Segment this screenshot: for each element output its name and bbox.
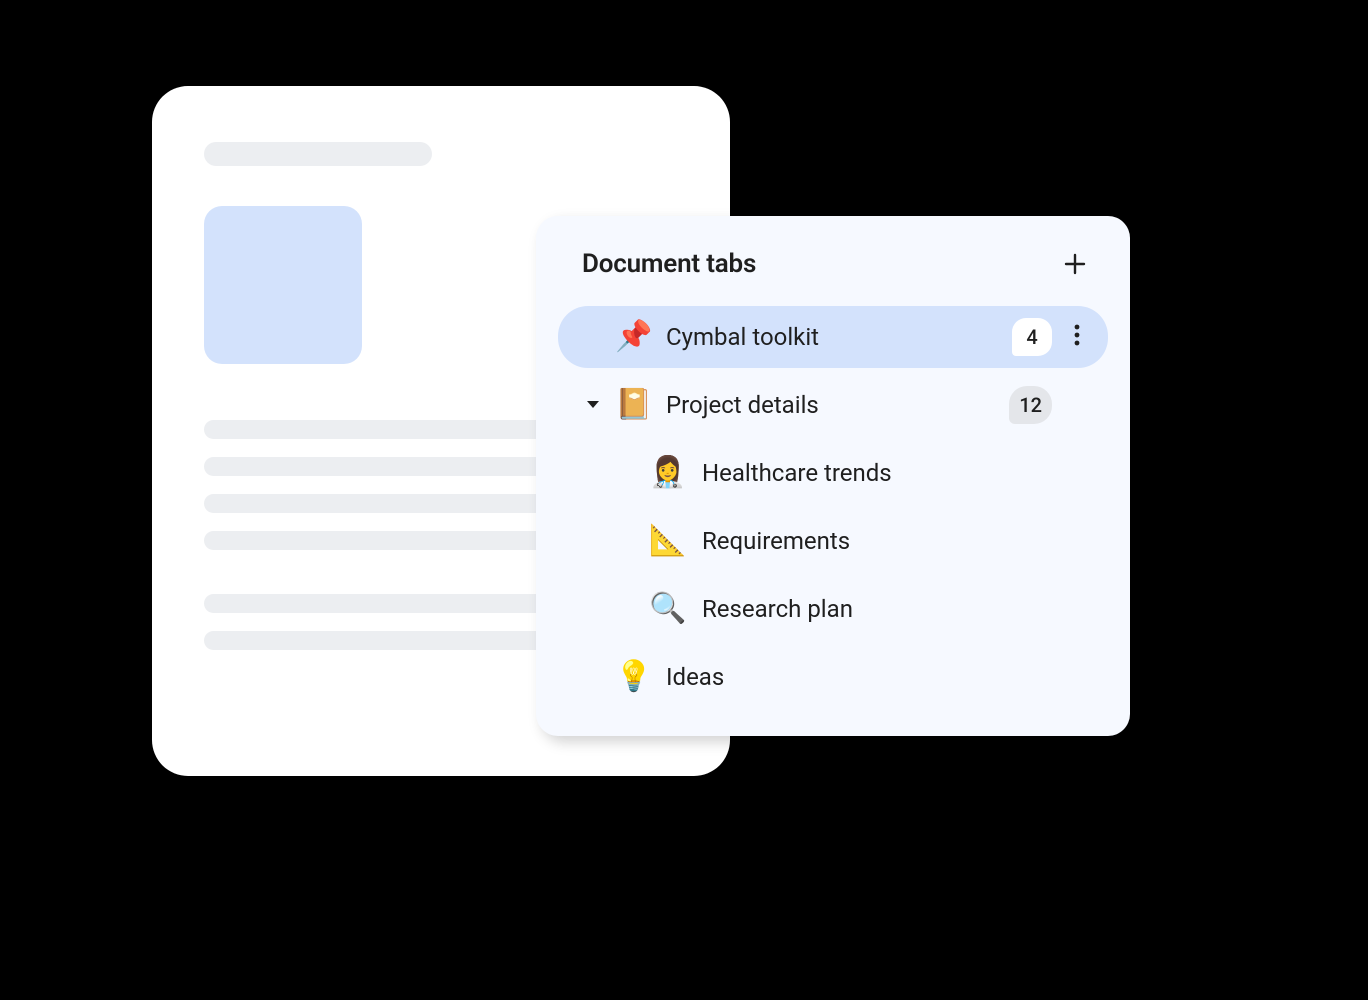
tab-project-details[interactable]: 📔 Project details 12 xyxy=(558,374,1108,436)
notebook-icon: 📔 xyxy=(612,390,656,420)
tab-label: Project details xyxy=(666,391,819,419)
tabs-panel-title: Document tabs xyxy=(582,249,756,279)
chevron-down-icon xyxy=(586,400,600,410)
magnifying-glass-icon: 🔍 xyxy=(644,594,692,624)
comment-count-badge: 4 xyxy=(1012,318,1052,356)
more-vertical-icon xyxy=(1074,324,1080,346)
tab-research-plan[interactable]: 🔍 Research plan xyxy=(558,578,1108,640)
tab-label: Healthcare trends xyxy=(702,459,892,487)
tab-label: Research plan xyxy=(702,595,853,623)
tab-more-button[interactable] xyxy=(1062,324,1092,351)
document-tabs-panel: Document tabs 📌 Cymbal toolkit 4 📔 xyxy=(536,216,1130,736)
tabs-header: Document tabs xyxy=(558,244,1108,306)
tab-cymbal-toolkit[interactable]: 📌 Cymbal toolkit 4 xyxy=(558,306,1108,368)
doc-image-placeholder xyxy=(204,206,362,364)
lightbulb-icon: 💡 xyxy=(612,662,656,692)
pushpin-icon: 📌 xyxy=(612,322,656,352)
tab-label: Requirements xyxy=(702,527,850,555)
comment-count-badge: 12 xyxy=(1009,386,1052,424)
tab-label: Ideas xyxy=(666,663,724,691)
tab-healthcare-trends[interactable]: 👩‍⚕️ Healthcare trends xyxy=(558,442,1108,504)
doc-title-placeholder xyxy=(204,142,432,166)
plus-icon xyxy=(1064,253,1086,275)
tab-requirements[interactable]: 📐 Requirements xyxy=(558,510,1108,572)
triangular-ruler-icon: 📐 xyxy=(644,526,692,556)
tab-ideas[interactable]: 💡 Ideas xyxy=(558,646,1108,708)
add-tab-button[interactable] xyxy=(1056,244,1094,284)
tab-label: Cymbal toolkit xyxy=(666,323,819,351)
health-worker-icon: 👩‍⚕️ xyxy=(644,458,692,488)
expand-chevron-icon[interactable] xyxy=(580,400,606,410)
